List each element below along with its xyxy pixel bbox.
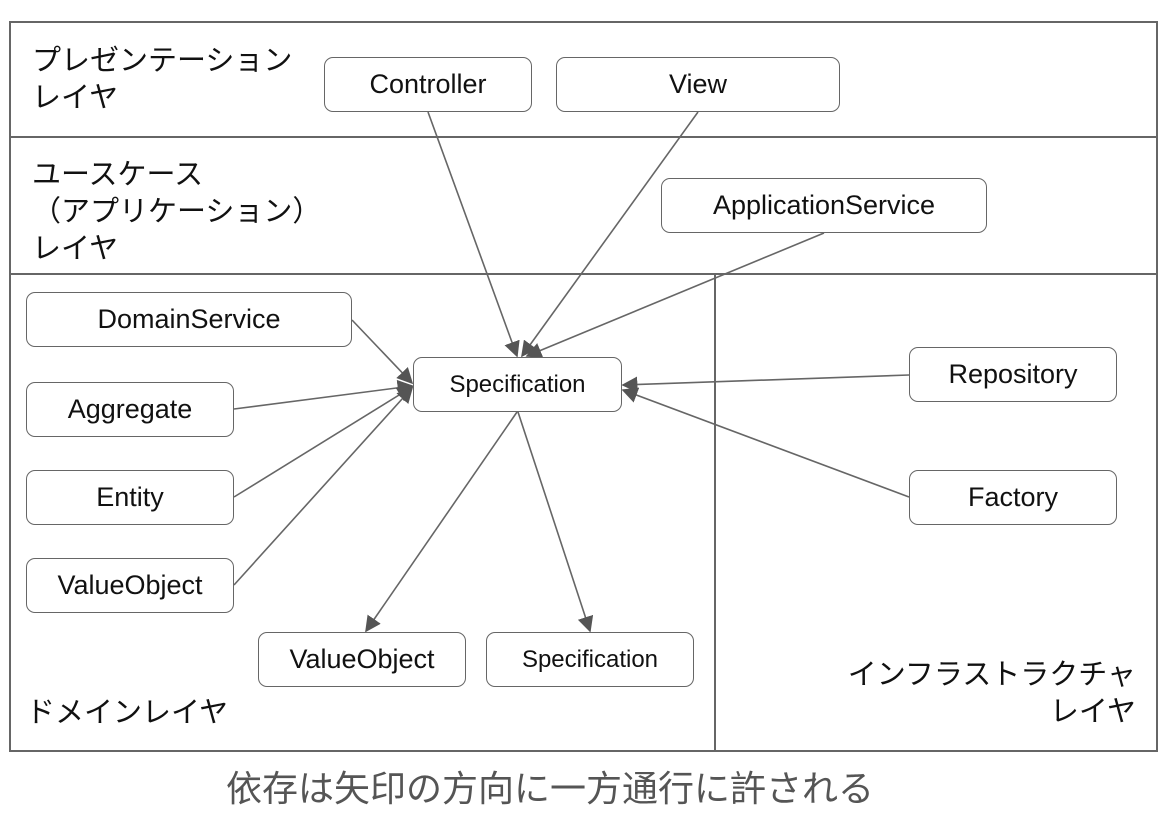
presentation-layer-label: プレゼンテーション レイヤ (32, 43, 293, 114)
usecase-layer-label: ユースケース （アプリケーション） レイヤ (32, 157, 322, 265)
value-object-bottom-node[interactable]: ValueObject (258, 632, 466, 687)
specification-center-node[interactable]: Specification (413, 357, 622, 412)
controller-node[interactable]: Controller (324, 57, 532, 112)
value-object-node[interactable]: ValueObject (26, 558, 234, 613)
view-node[interactable]: View (556, 57, 840, 112)
application-service-node[interactable]: ApplicationService (661, 178, 987, 233)
aggregate-node[interactable]: Aggregate (26, 382, 234, 437)
entity-node[interactable]: Entity (26, 470, 234, 525)
factory-node[interactable]: Factory (909, 470, 1117, 525)
domain-service-node[interactable]: DomainService (26, 292, 352, 347)
caption: 依存は矢印の方向に一方通行に許される (225, 769, 874, 810)
domain-layer-label: ドメインレイヤ (26, 695, 229, 729)
repository-node[interactable]: Repository (909, 347, 1117, 402)
specification-bottom-node[interactable]: Specification (486, 632, 694, 687)
infrastructure-layer-label: インフラストラクチャ レイヤ (847, 657, 1136, 728)
